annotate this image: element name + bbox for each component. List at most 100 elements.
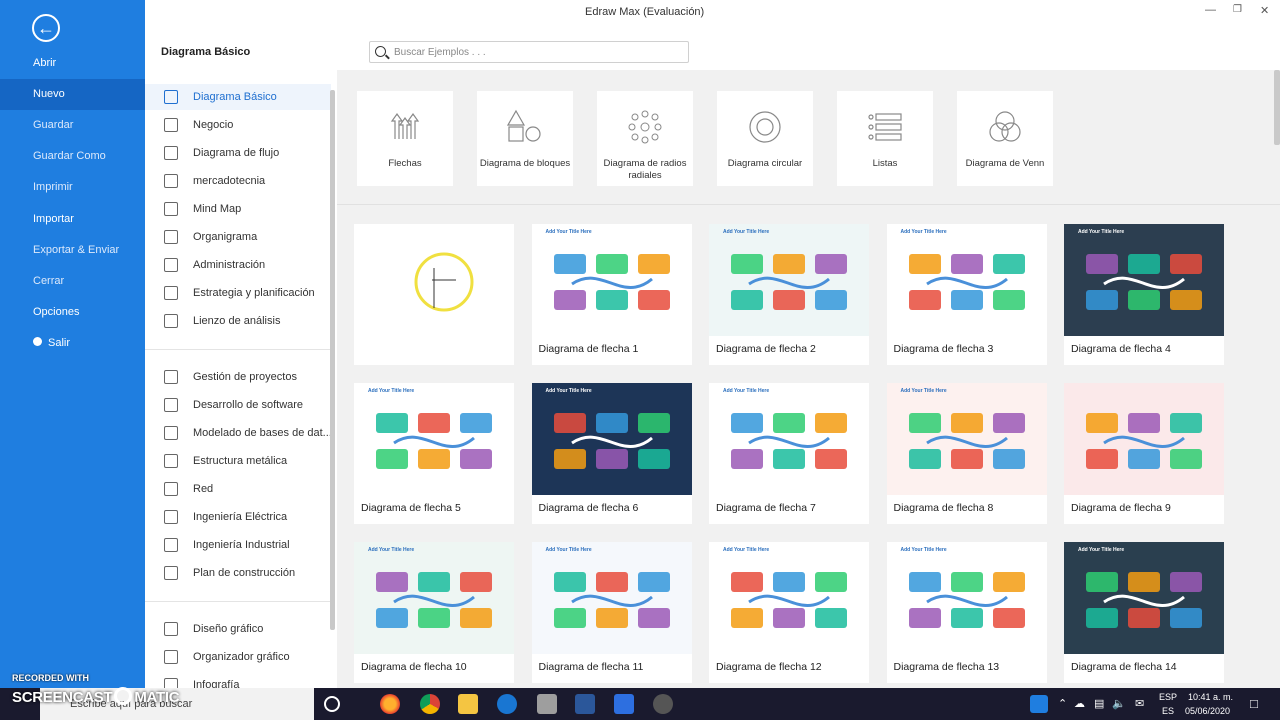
nav-item-8[interactable]: Opciones (0, 297, 145, 328)
template-card[interactable]: Add Your Title Here Diagrama de flecha 3 (886, 224, 1047, 365)
category-item[interactable]: Ingeniería Eléctrica (145, 504, 331, 530)
recorded-with-label: RECORDED WITH (12, 673, 89, 683)
category-item[interactable]: Organigrama (145, 224, 331, 250)
search-box[interactable] (369, 41, 689, 63)
circular-icon (747, 109, 783, 145)
nav-item-4[interactable]: Imprimir (0, 172, 145, 203)
chrome-icon[interactable] (420, 694, 440, 714)
diagram-type-label: Diagrama circular (727, 158, 803, 169)
back-arrow-icon[interactable]: ← (32, 14, 60, 42)
category-divider (145, 349, 330, 350)
category-item[interactable]: Administración (145, 252, 331, 278)
category-label: Diseño gráfico (193, 623, 264, 635)
template-preview-graphic (376, 413, 492, 469)
category-item[interactable]: Diagrama Básico (145, 84, 331, 110)
category-list: Diagrama Básico Negocio Diagrama de flujo m… (145, 82, 331, 688)
category-item[interactable]: Mind Map (145, 196, 331, 222)
clock-time[interactable]: 10:41 a. m. (1188, 692, 1233, 702)
template-card[interactable]: Add Your Title Here Diagrama de flecha 10 (354, 542, 514, 683)
tray-chevron-icon[interactable]: ⌃ (1058, 697, 1067, 710)
network-icon[interactable]: ▤ (1094, 697, 1104, 710)
message-icon[interactable]: ✉ (1135, 697, 1144, 710)
blank-template-card[interactable] (354, 224, 514, 365)
template-card[interactable]: Add Your Title Here Diagrama de flecha 12 (709, 542, 869, 683)
nav-item-2[interactable]: Guardar (0, 110, 145, 141)
template-scrollbar[interactable] (1274, 70, 1280, 145)
nav-item-3[interactable]: Guardar Como (0, 141, 145, 172)
screencast-text: SCREENCAST (12, 689, 113, 706)
template-card[interactable]: Add Your Title Here Diagrama de flecha 1 (531, 224, 692, 365)
category-icon (164, 454, 178, 468)
category-item[interactable]: Organizador gráfico (145, 644, 331, 670)
nav-item-label: Cerrar (33, 275, 65, 287)
template-card[interactable]: Add Your Title Here Diagrama de flecha 8 (886, 383, 1047, 524)
category-icon (164, 258, 178, 272)
template-preview-graphic (553, 413, 670, 469)
nav-item-0[interactable]: Abrir (0, 48, 145, 79)
category-item[interactable]: Negocio (145, 112, 331, 138)
diagram-type-card[interactable]: Diagrama de Venn (957, 91, 1053, 186)
nav-item-label: Salir (48, 337, 71, 349)
tray-app-icon[interactable] (1030, 695, 1048, 713)
template-card[interactable]: Add Your Title Here Diagrama de flecha 4 (1064, 224, 1224, 365)
category-scrollbar[interactable] (330, 90, 335, 630)
template-thumbnail (1064, 383, 1224, 495)
category-item[interactable]: Estrategia y planificación (145, 280, 331, 306)
file-explorer-icon[interactable] (458, 694, 478, 714)
template-thumbnail: Add Your Title Here (531, 542, 692, 654)
cloud-icon[interactable]: ☁ (1074, 697, 1085, 710)
category-item[interactable]: Red (145, 476, 331, 502)
screencast-taskbar-icon[interactable] (653, 694, 673, 714)
restore-icon[interactable]: ❐ (1233, 4, 1242, 15)
template-card[interactable]: Add Your Title Here Diagrama de flecha 7 (709, 383, 869, 524)
nav-item-7[interactable]: Cerrar (0, 266, 145, 297)
diagram-type-card[interactable]: Diagrama de radios radiales (597, 91, 693, 186)
category-item[interactable]: Ingeniería Industrial (145, 532, 331, 558)
diagram-type-card[interactable]: Listas (837, 91, 933, 186)
category-item[interactable]: mercadotecnia (145, 168, 331, 194)
category-item[interactable]: Estructura metálica (145, 448, 331, 474)
template-card[interactable]: Add Your Title Here Diagrama de flecha 11 (531, 542, 692, 683)
template-thumbnail: Add Your Title Here (1064, 224, 1224, 336)
taskbar: Escribe aquí para buscar ⌃ ☁ ▤ 🔈 ✉ ESP E… (0, 688, 1280, 720)
edge-icon[interactable] (497, 694, 517, 714)
template-thumbnail-title: Add Your Title Here (545, 388, 592, 394)
template-card[interactable]: Add Your Title Here Diagrama de flecha 14 (1064, 542, 1224, 683)
category-item[interactable]: Modelado de bases de dat... (145, 420, 331, 446)
nav-item-6[interactable]: Exportar & Enviar (0, 235, 145, 266)
lang-code[interactable]: ESP (1159, 692, 1177, 702)
template-card[interactable]: Diagrama de flecha 9 (1064, 383, 1224, 524)
volume-icon[interactable]: 🔈 (1112, 697, 1126, 710)
diagram-type-card[interactable]: Diagrama de bloques (477, 91, 573, 186)
cortana-icon[interactable] (324, 696, 340, 712)
notifications-icon[interactable]: □ (1250, 696, 1258, 711)
template-card[interactable]: Add Your Title Here Diagrama de flecha 6 (531, 383, 692, 524)
close-icon[interactable]: ✕ (1260, 4, 1269, 17)
template-thumbnail-title: Add Your Title Here (723, 388, 770, 394)
category-icon (164, 286, 178, 300)
category-item[interactable]: Plan de construcción (145, 560, 331, 586)
search-input[interactable] (394, 45, 674, 60)
template-label: Diagrama de flecha 1 (538, 343, 639, 355)
category-label: Estrategia y planificación (193, 287, 315, 299)
minimize-icon[interactable]: — (1205, 4, 1216, 16)
category-item[interactable]: Lienzo de análisis (145, 308, 331, 334)
calculator-icon[interactable] (537, 694, 557, 714)
nav-item-1[interactable]: Nuevo (0, 79, 145, 110)
edraw-taskbar-icon[interactable] (614, 694, 634, 714)
category-item[interactable]: Gestión de proyectos (145, 364, 331, 390)
category-item[interactable]: Desarrollo de software (145, 392, 331, 418)
word-icon[interactable] (575, 694, 595, 714)
template-card[interactable]: Add Your Title Here Diagrama de flecha 13 (886, 542, 1047, 683)
template-card[interactable]: Add Your Title Here Diagrama de flecha 5 (354, 383, 514, 524)
diagram-type-card[interactable]: Flechas (357, 91, 453, 186)
category-item[interactable]: Diseño gráfico (145, 616, 331, 642)
category-item[interactable]: Infografía (145, 672, 331, 688)
template-preview-graphic (908, 413, 1025, 469)
template-card[interactable]: Add Your Title Here Diagrama de flecha 2 (709, 224, 869, 365)
nav-item-5[interactable]: Importar (0, 204, 145, 235)
category-item[interactable]: Diagrama de flujo (145, 140, 331, 166)
firefox-icon[interactable] (380, 694, 400, 714)
diagram-type-card[interactable]: Diagrama circular (717, 91, 813, 186)
nav-item-9[interactable]: Salir (0, 328, 145, 359)
